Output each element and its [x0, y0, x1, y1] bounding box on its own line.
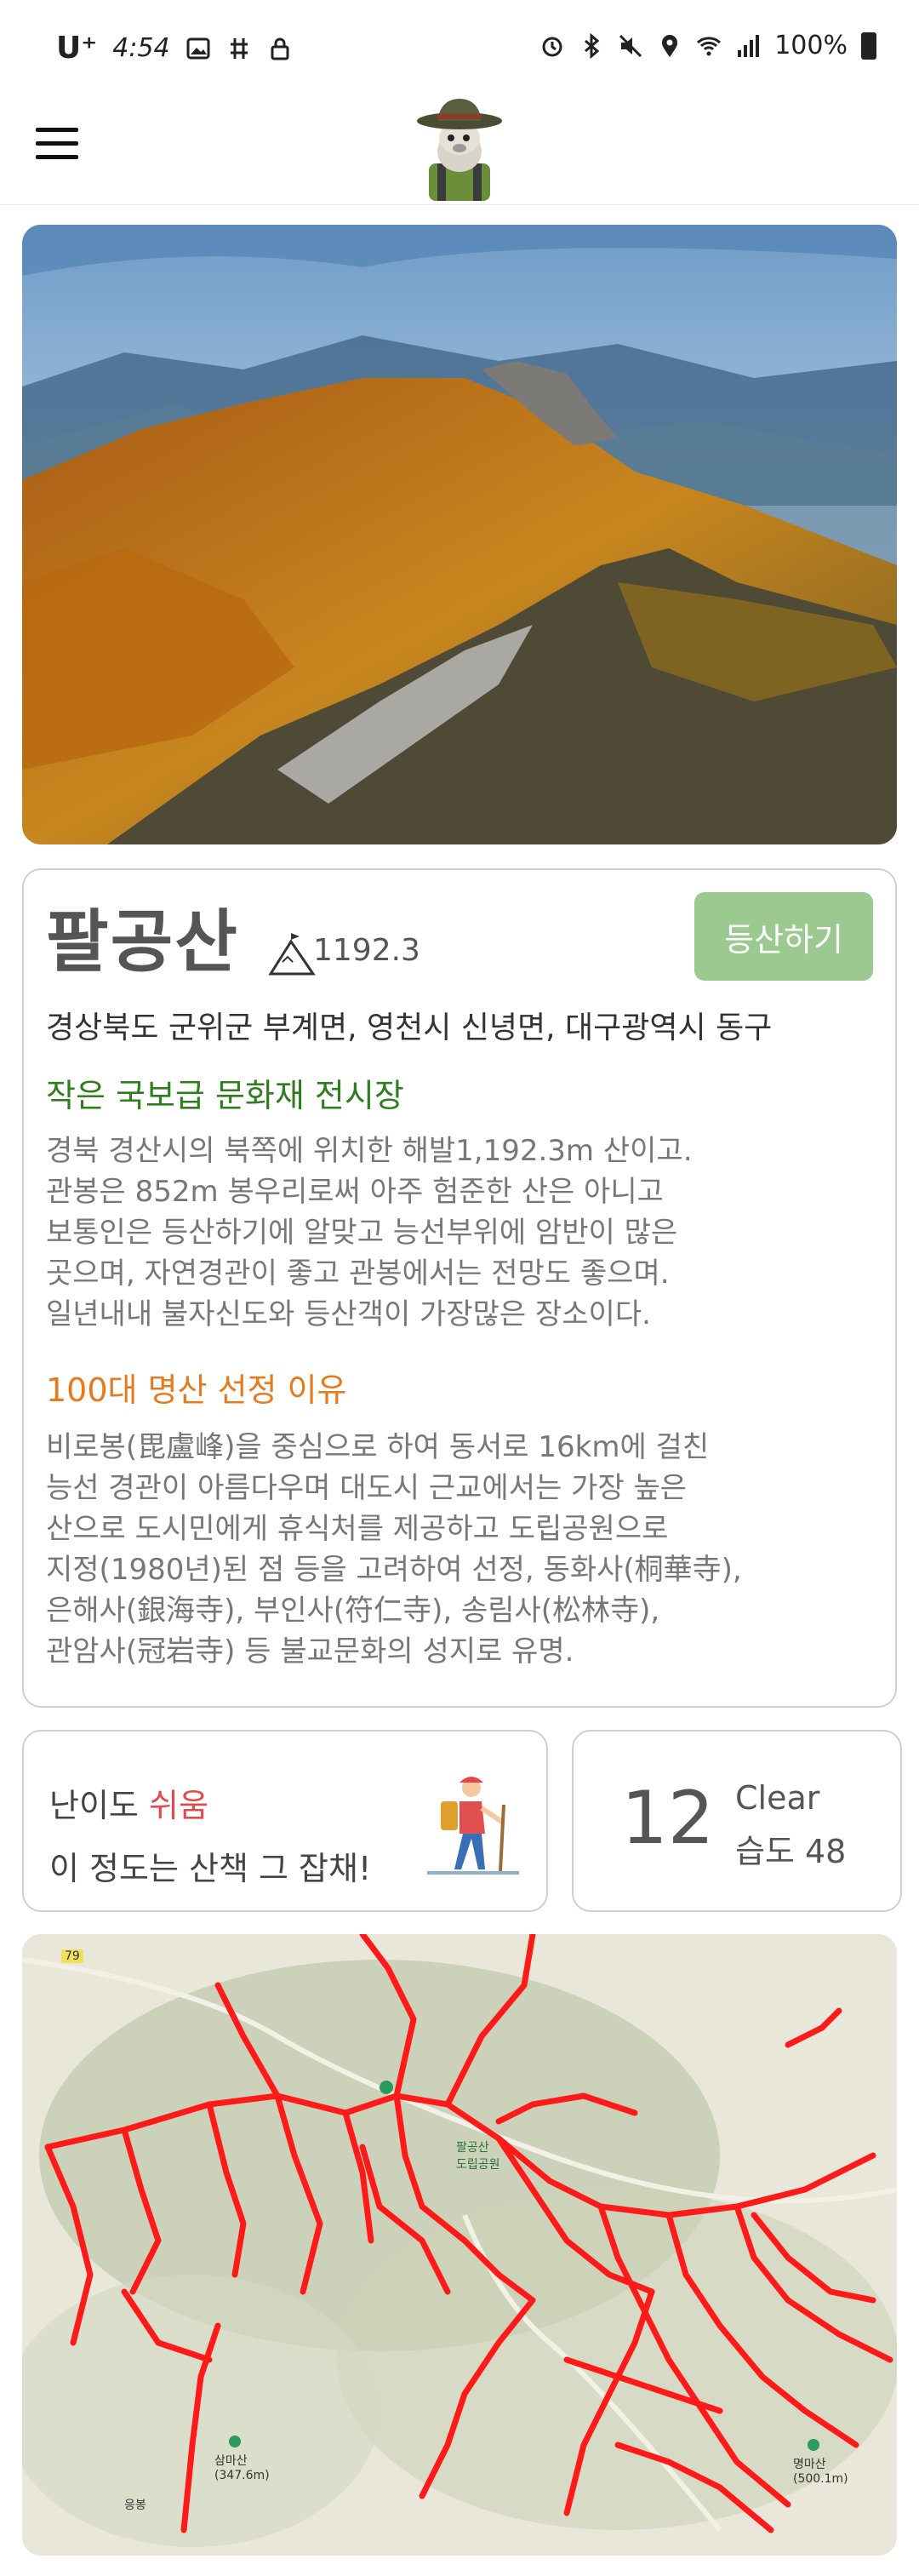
difficulty-card: 난이도 쉬움 이 정도는 산책 그 잡채!: [22, 1730, 548, 1912]
section-title-selection-reason: 100대 명산 선정 이유: [46, 1371, 347, 1409]
difficulty-description: 이 정도는 산책 그 잡채!: [49, 1850, 372, 1887]
start-climb-button[interactable]: 등산하기: [694, 892, 873, 981]
mountain-height: 1192.3: [313, 933, 420, 968]
humidity-value: 습도 48: [735, 1833, 847, 1870]
lock-icon: [271, 37, 289, 60]
alarm-icon: [542, 37, 562, 56]
wifi-icon: [697, 36, 722, 55]
map-route-badge: 79: [61, 1949, 83, 1963]
mountain-photo: [22, 225, 897, 844]
battery-percent: 100%: [774, 31, 848, 60]
mascot-logo-icon[interactable]: [412, 92, 507, 201]
carrier-label: U⁺: [56, 31, 98, 66]
summit-marker-icon: [380, 2081, 393, 2094]
mountain-description: 경북 경산시의 북쪽에 위치한 해발1,192.3m 산이고. 관봉은 852m…: [46, 1134, 693, 1331]
trail-map[interactable]: 팔공산 도립공원 삼마산 (347.6m) 명마산 (500.1m) 응봉 79: [22, 1934, 897, 2556]
peak-marker-icon: [229, 2436, 241, 2447]
weather-card: 12 Clear 습도 48: [572, 1730, 902, 1912]
hashtag-icon: [230, 37, 248, 59]
difficulty-row: 난이도 쉬움: [49, 1779, 208, 1826]
hamburger-menu-icon[interactable]: [36, 128, 78, 162]
map-label-park: 팔공산 도립공원: [456, 2141, 500, 2172]
location-icon: [662, 34, 678, 57]
trail-map-canvas: [22, 1934, 897, 2556]
bluetooth-icon: [585, 32, 600, 59]
mountain-peak-icon: [268, 933, 316, 976]
peak-marker-icon-2: [808, 2439, 819, 2451]
mountain-name: 팔공산: [46, 902, 239, 982]
difficulty-label: 난이도: [49, 1787, 139, 1824]
map-label-peak2: 명마산 (500.1m): [793, 2458, 848, 2486]
app-header: [0, 85, 919, 205]
section-title-heritage: 작은 국보급 문화재 전시장: [46, 1077, 404, 1114]
status-right: 100%: [539, 31, 876, 60]
battery-icon: [861, 31, 876, 60]
status-left: U⁺ 4:54: [56, 31, 293, 66]
map-label-peak1: 삼마산 (347.6m): [214, 2454, 270, 2482]
status-bar: U⁺ 4:54 100%: [0, 0, 919, 85]
map-label-town: 응봉: [124, 2499, 146, 2512]
mountain-address: 경상북도 군위군 부계면, 영천시 신녕면, 대구광역시 동구: [46, 1010, 773, 1045]
difficulty-value: 쉬움: [148, 1787, 208, 1824]
weather-condition: Clear: [735, 1779, 820, 1817]
mute-icon: [619, 34, 642, 57]
gallery-icon: [186, 37, 210, 59]
clock: 4:54: [112, 33, 170, 63]
mountain-info-card: 팔공산 1192.3 등산하기 경상북도 군위군 부계면, 영천시 신녕면, 대…: [22, 868, 897, 1708]
signal-icon: [738, 34, 760, 57]
temperature-value: 12: [621, 1776, 715, 1861]
selection-reason-text: 비로봉(毘盧峰)을 중심으로 하여 동서로 16km에 걸친 능선 경관이 아름…: [46, 1430, 742, 1669]
hiker-icon: [427, 1777, 519, 1875]
